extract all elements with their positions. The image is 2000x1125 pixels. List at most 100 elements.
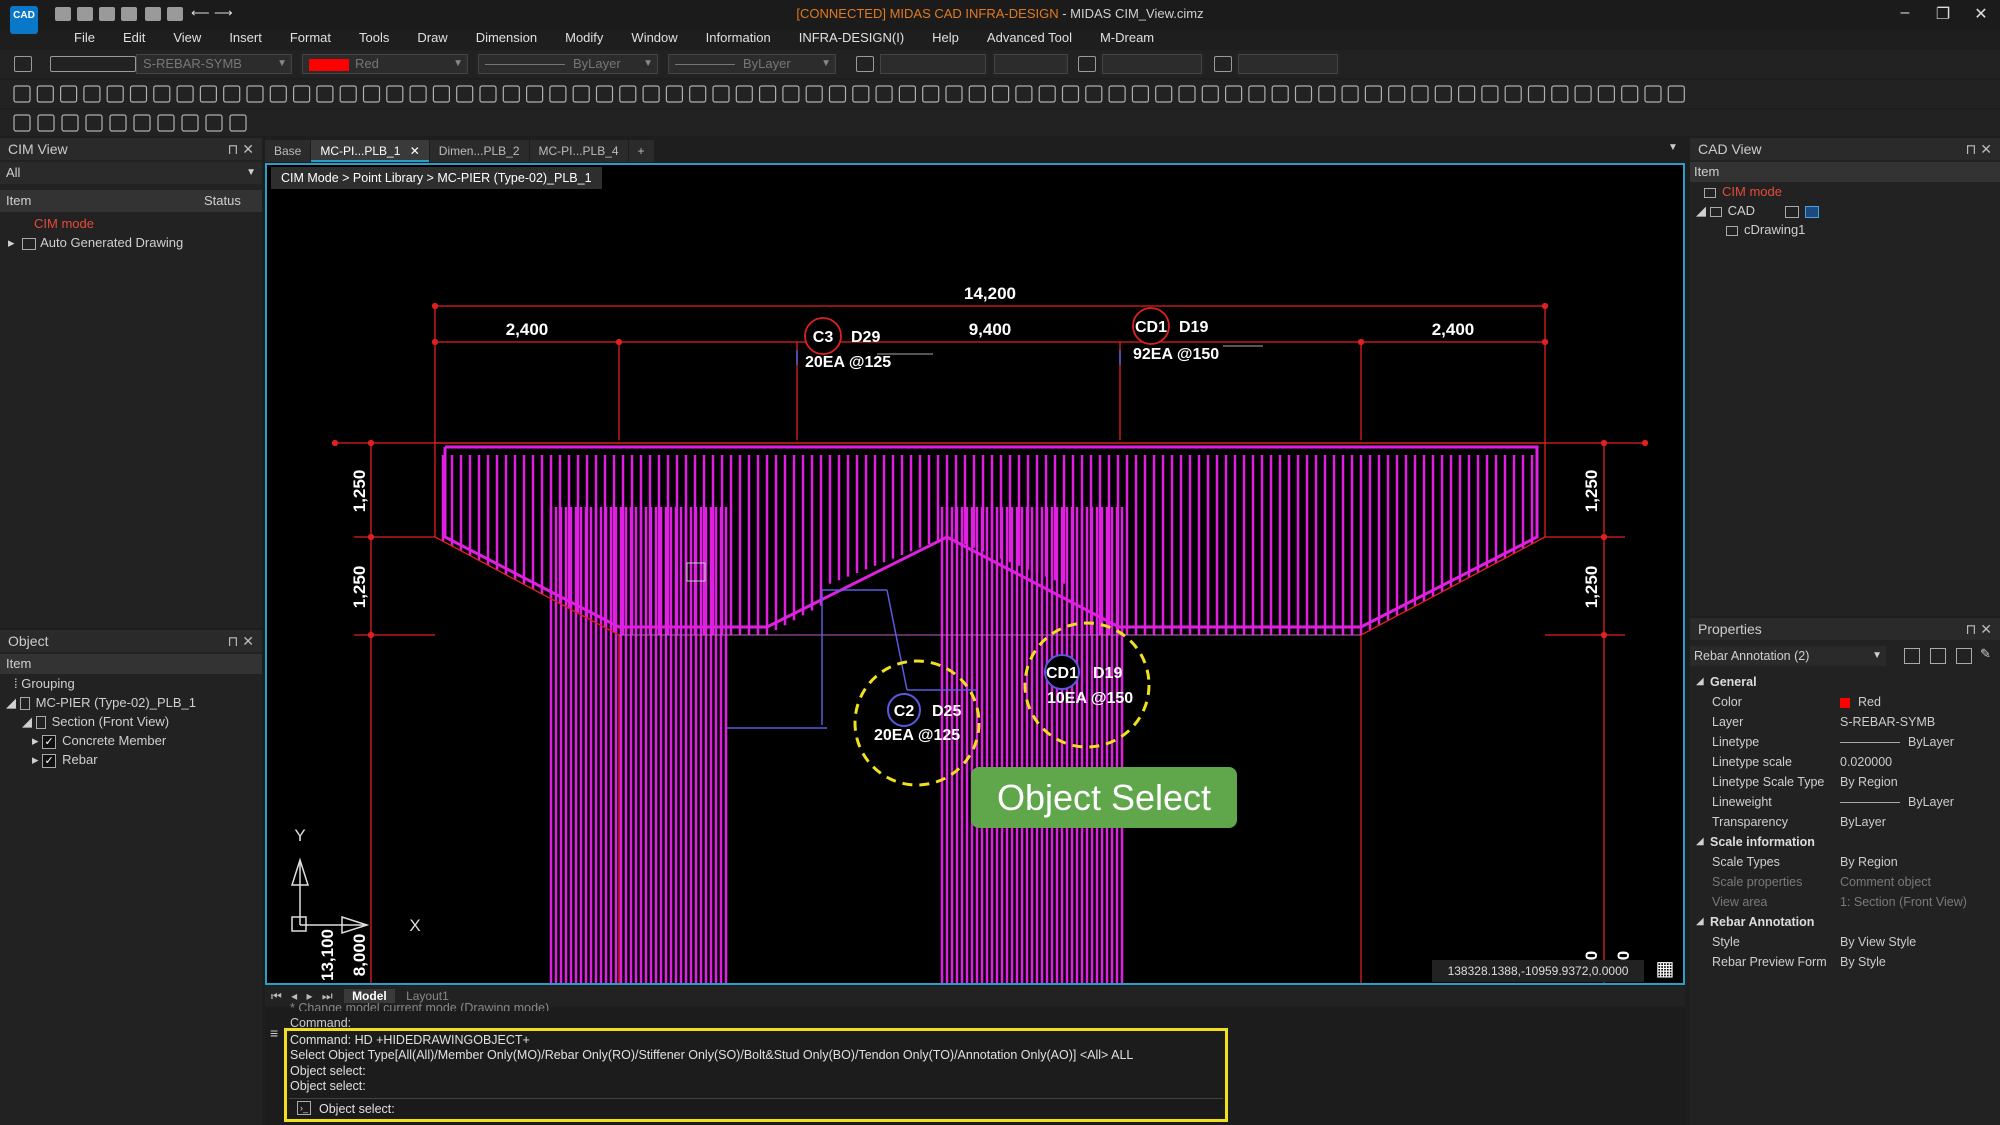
nav-last-icon[interactable]: ⏭ [322, 989, 333, 1003]
toolbar-tool-icon[interactable] [1621, 85, 1639, 103]
toolbar-tool-icon[interactable] [106, 85, 124, 103]
toolbar-tool-icon[interactable] [109, 114, 127, 132]
collapse-icon[interactable]: ◢ [1696, 203, 1710, 218]
menu-advanced-tool[interactable]: Advanced Tool [973, 28, 1086, 48]
tree-item-section[interactable]: ◢ Section (Front View) [0, 712, 262, 731]
toolbar-tool-icon[interactable] [456, 85, 474, 103]
table-style-icon[interactable] [1214, 56, 1232, 72]
toolbar-tool-icon[interactable] [1434, 85, 1452, 103]
layer-manager-icon[interactable] [14, 56, 32, 72]
nav-prev-icon[interactable]: ◂ [291, 989, 297, 1003]
menu-modify[interactable]: Modify [551, 28, 617, 48]
toolbar-tool-icon[interactable] [1341, 85, 1359, 103]
tree-item-cim-mode[interactable]: CIM mode [0, 214, 262, 233]
toolbar-tool-icon[interactable] [83, 85, 101, 103]
toolbar-tool-icon[interactable] [85, 114, 103, 132]
pin-close-icons[interactable]: ⊓ ✕ [1965, 138, 1992, 160]
toolbar-tool-icon[interactable] [223, 85, 241, 103]
toolbar-tool-icon[interactable] [1155, 85, 1173, 103]
view-mode-active-icon[interactable] [1805, 205, 1820, 218]
toolbar-tool-icon[interactable] [758, 85, 777, 103]
toolbar-tool-icon[interactable] [59, 85, 78, 103]
command-menu-icon[interactable]: ≡ [270, 1025, 278, 1041]
text-style-combo[interactable] [880, 54, 986, 74]
toolbar-tool-icon[interactable] [922, 85, 940, 103]
quick-select-icon[interactable] [1904, 648, 1920, 664]
toolbar-tool-icon[interactable] [1318, 85, 1336, 103]
toolbar-tool-icon[interactable] [665, 85, 684, 103]
expand-icon[interactable]: ▸ [8, 235, 18, 250]
toolbar-tool-icon[interactable] [1178, 85, 1196, 103]
cim-view-filter[interactable]: All ▼ [0, 162, 262, 184]
prop-scale-types[interactable]: Scale Types By Region [1690, 852, 2000, 872]
nav-next-icon[interactable]: ▸ [307, 989, 313, 1003]
toolbar-tool-icon[interactable] [1248, 85, 1266, 103]
toolbar-tool-icon[interactable] [269, 85, 287, 103]
menu-insert[interactable]: Insert [215, 28, 276, 48]
toolbar-tool-icon[interactable] [1108, 85, 1126, 103]
nav-first-icon[interactable]: ⏮ [271, 989, 282, 1003]
toolbar-tool-icon[interactable] [229, 114, 247, 132]
toolbar-tool-icon[interactable] [362, 85, 381, 103]
toolbar-tool-icon[interactable] [181, 114, 199, 132]
menu-format[interactable]: Format [276, 28, 345, 48]
toolbar-tool-icon[interactable] [1015, 85, 1033, 103]
tree-item-rebar[interactable]: ▸ ✓ Rebar [0, 750, 262, 769]
toolbar-tool-icon[interactable] [246, 85, 264, 103]
toolbar-tool-icon[interactable] [502, 85, 520, 103]
tab-base[interactable]: Base [265, 140, 311, 162]
toolbar-tool-icon[interactable] [409, 85, 427, 103]
toolbar-tool-icon[interactable] [205, 114, 223, 132]
expand-icon[interactable]: ▸ [32, 752, 42, 767]
grid-toggle-icon[interactable]: ▦ [1652, 956, 1678, 982]
prop-lineweight[interactable]: Lineweight ByLayer [1690, 792, 2000, 812]
menu-infra-design[interactable]: INFRA-DESIGN(I) [785, 28, 918, 48]
menu-information[interactable]: Information [692, 28, 785, 48]
toolbar-tool-icon[interactable] [525, 85, 544, 103]
toolbar-tool-icon[interactable] [1131, 85, 1150, 103]
toolbar-tool-icon[interactable] [176, 85, 194, 103]
prop-transparency[interactable]: Transparency ByLayer [1690, 812, 2000, 832]
tree-item-cdrawing1[interactable]: cDrawing1 [1690, 220, 2000, 239]
toolbar-tool-icon[interactable] [36, 85, 54, 103]
new-tab-button[interactable]: + [628, 140, 654, 162]
toolbar-tool-icon[interactable] [129, 85, 148, 103]
toolbar-tool-icon[interactable] [133, 114, 151, 132]
prop-linetype[interactable]: Linetype ByLayer [1690, 732, 2000, 752]
layer-combo[interactable]: S-REBAR-SYMB ▼ [136, 54, 292, 74]
pin-close-icons[interactable]: ⊓ ✕ [227, 138, 254, 160]
menu-view[interactable]: View [159, 28, 215, 48]
toolbar-tool-icon[interactable] [898, 85, 917, 103]
toolbar-tool-icon[interactable] [432, 85, 450, 103]
tab-mc-pier-plb1[interactable]: MC-PI...PLB_1 ✕ [311, 140, 429, 162]
toolbar-tool-icon[interactable] [1364, 85, 1383, 103]
menu-m-dream[interactable]: M-Dream [1086, 28, 1168, 48]
tree-item-concrete-member[interactable]: ▸ ✓ Concrete Member [0, 731, 262, 750]
toolbar-tool-icon[interactable] [1457, 85, 1476, 103]
toolbar-tool-icon[interactable] [1085, 85, 1103, 103]
drawing-canvas[interactable]: 14,200 2,400 9,400 2,400 1,250 1,250 1,2… [267, 165, 1683, 983]
pin-close-icons[interactable]: ⊓ ✕ [227, 630, 254, 652]
close-icon[interactable]: ✕ [410, 144, 420, 158]
table-style-combo[interactable] [1238, 54, 1338, 74]
draw-toolbar-icons[interactable] [0, 80, 2000, 108]
tab-dimen-plb2[interactable]: Dimen...PLB_2 [429, 140, 529, 162]
toolbar-tool-icon[interactable] [1411, 85, 1429, 103]
tree-item-mc-pier[interactable]: ◢ MC-PIER (Type-02)_PLB_1 [0, 693, 262, 712]
tab-model[interactable]: Model [344, 989, 395, 1003]
toolbar-tool-icon[interactable] [991, 85, 1010, 103]
toolbar-tool-icon[interactable] [37, 114, 55, 132]
toolbar-tool-icon[interactable] [479, 85, 497, 103]
toolbar-tool-icon[interactable] [13, 114, 31, 132]
toolbar-tool-icon[interactable] [386, 85, 404, 103]
menu-window[interactable]: Window [617, 28, 691, 48]
menu-tools[interactable]: Tools [345, 28, 403, 48]
edit-toolbar-icons[interactable] [0, 110, 300, 136]
linetype-combo[interactable]: ByLayer ▼ [478, 54, 658, 74]
checkbox-checked-icon[interactable]: ✓ [42, 734, 57, 749]
prop-rebar-preview-form[interactable]: Rebar Preview Form By Style [1690, 952, 2000, 972]
toolbar-tool-icon[interactable] [642, 85, 660, 103]
lineweight-combo[interactable]: ByLayer ▼ [668, 54, 836, 74]
toolbar-tool-icon[interactable] [1644, 85, 1662, 103]
toolbar-tool-icon[interactable] [1294, 85, 1313, 103]
